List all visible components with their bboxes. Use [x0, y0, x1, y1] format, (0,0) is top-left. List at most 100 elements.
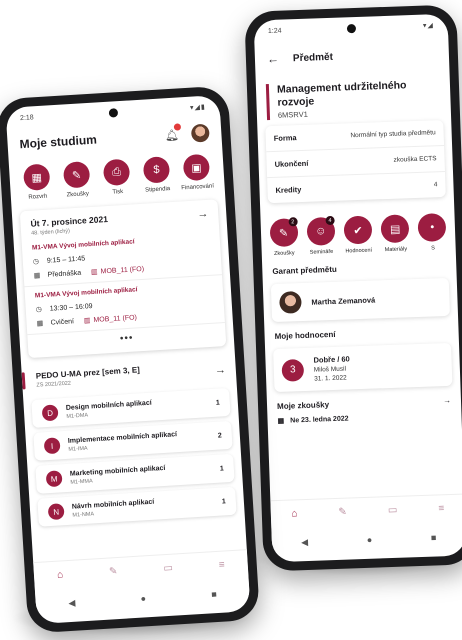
system-back-icon[interactable]: ◀	[68, 597, 76, 608]
quick-action-rozvrh[interactable]: ▦ Rozvrh	[19, 163, 55, 201]
bottom-navigation: ⌂ ✎ ▭ ≡	[270, 493, 462, 529]
count-badge: 4	[325, 216, 335, 226]
action-label: Semináře	[309, 249, 334, 256]
home-icon[interactable]: ⌂	[57, 569, 64, 580]
arrow-right-icon: →	[442, 396, 452, 406]
notification-dot	[173, 123, 181, 132]
exam-icon: ✎ 2	[269, 217, 299, 248]
subject-count: 1	[215, 399, 221, 407]
arrow-right-icon: →	[196, 208, 209, 221]
dollar-icon: $	[142, 156, 171, 184]
lesson-room: MOB_11 (FO)	[93, 314, 138, 324]
action-label: S	[431, 245, 436, 252]
quick-action-tisk[interactable]: ⎙ Tisk	[99, 158, 135, 197]
avatar[interactable]	[190, 123, 210, 143]
folder-icon[interactable]: ▭	[388, 505, 398, 516]
system-recent-icon[interactable]: ■	[211, 589, 217, 599]
action-more[interactable]: • S	[413, 213, 452, 252]
book-icon: ▤	[380, 214, 410, 244]
system-home-icon[interactable]: ●	[140, 593, 146, 603]
avatar	[279, 291, 302, 315]
lesson-room: MOB_11 (FO)	[100, 265, 145, 276]
thumbs-up-icon: ✔	[343, 215, 373, 245]
info-value: 4	[433, 181, 438, 189]
pencil-icon: ✎	[62, 161, 91, 189]
quick-action-zkousky[interactable]: ✎ Zkoušky	[59, 161, 95, 199]
signal-icon: ▾◢▮	[189, 103, 206, 112]
info-value: Normální typ studia předmětu	[350, 129, 436, 140]
app-bar: ← Předmět	[254, 36, 449, 71]
subject-initial: N	[47, 503, 65, 521]
seminar-icon: ☺ 4	[306, 216, 336, 247]
subject-header: Management udržitelného rozvoje 6MSRV1	[265, 78, 441, 121]
lesson-time: 13:30 – 16:09	[49, 302, 93, 313]
subject-initial: M	[45, 470, 63, 488]
subject-list-item[interactable]: N Návrh mobilních aplikací M1-NMA 1	[37, 486, 237, 527]
bell-icon[interactable]: 🔔︎	[164, 123, 181, 143]
action-label: Zkoušky	[274, 250, 295, 258]
menu-icon[interactable]: ≡	[219, 559, 226, 570]
section-title: Moje hodnocení	[274, 330, 336, 342]
grades-icon[interactable]: ✎	[338, 507, 347, 518]
grade-value: Dobře / 60	[313, 354, 350, 365]
signal-icon: ▾◢	[422, 22, 435, 30]
quick-action-financovani[interactable]: ▣ Financování	[179, 153, 215, 192]
info-value: zkouška ECTS	[393, 155, 437, 164]
menu-icon[interactable]: ≡	[438, 503, 444, 514]
grade-number: 3	[281, 358, 305, 382]
guarantor-name: Martha Zemanová	[311, 295, 376, 307]
lesson-time: 9:15 – 11:45	[46, 255, 86, 265]
more-icon: •	[417, 213, 447, 243]
subject-count: 1	[221, 498, 227, 506]
info-key: Forma	[273, 133, 297, 144]
guarantor-card[interactable]: Martha Zemanová	[270, 278, 451, 323]
system-recent-icon[interactable]: ■	[431, 532, 437, 542]
mockup-stage: 1:24 ▾◢ ← Předmět Management udržitelnéh…	[0, 0, 462, 640]
room-icon: ▥	[90, 268, 98, 277]
quick-action-label: Stipendia	[145, 186, 171, 194]
action-zkousky[interactable]: ✎ 2 Zkoušky	[265, 217, 304, 258]
action-hodnoceni[interactable]: ✔ Hodnocení	[339, 215, 378, 255]
quick-action-label: Rozvrh	[28, 193, 48, 202]
phone-my-studies: 2:18 ▾◢▮ Moje studium 🔔︎ ▦ Rozvrh ✎ Zkou…	[0, 85, 261, 634]
schedule-card: Út 7. prosince 2021 48. týden (lichý) → …	[19, 199, 227, 359]
quick-action-label: Zkoušky	[66, 191, 90, 199]
system-back-icon[interactable]: ◀	[301, 536, 308, 547]
info-key: Kredity	[275, 185, 302, 196]
quick-action-stipendia[interactable]: $ Stipendia	[139, 156, 175, 194]
back-arrow-icon[interactable]: ←	[267, 52, 279, 66]
section-title: Moje zkoušky	[276, 400, 330, 412]
home-icon[interactable]: ⌂	[291, 508, 297, 519]
phone-subject-detail: 1:24 ▾◢ ← Předmět Management udržitelnéh…	[244, 4, 462, 572]
info-row-kredity: Kredity 4	[267, 172, 446, 203]
screen: 2:18 ▾◢▮ Moje studium 🔔︎ ▦ Rozvrh ✎ Zkou…	[5, 94, 251, 625]
action-label: Materiály	[384, 246, 408, 254]
subject-info-card: Forma Normální typ studia předmětu Ukonč…	[265, 120, 446, 204]
action-materialy[interactable]: ▤ Materiály	[376, 214, 415, 253]
system-home-icon[interactable]: ●	[367, 535, 373, 545]
wallet-icon: ▣	[182, 153, 211, 182]
page-title: Předmět	[292, 51, 334, 64]
subject-count: 2	[217, 432, 223, 440]
quick-action-label: Tisk	[112, 189, 124, 196]
grade-examiner: Miloš Musil	[313, 365, 347, 374]
lesson-type: Přednáška	[47, 269, 82, 279]
calendar-icon: ▦	[33, 272, 41, 280]
info-key: Ukončení	[274, 158, 309, 170]
arrow-right-icon: →	[214, 364, 227, 377]
subject-count: 1	[219, 465, 225, 473]
calendar-icon: ▦	[277, 417, 285, 426]
clock-icon: ◷	[35, 306, 43, 314]
lesson-type: Cvičení	[50, 317, 75, 327]
calendar-icon: ▦	[22, 163, 51, 192]
calendar-icon: ▦	[36, 320, 44, 328]
grade-date: 31. 1. 2022	[314, 374, 347, 383]
grades-icon[interactable]: ✎	[109, 566, 118, 577]
quick-action-label: Financování	[181, 183, 215, 192]
folder-icon[interactable]: ▭	[163, 563, 173, 575]
subject-actions: ✎ 2 Zkoušky ☺ 4 Semináře ✔ Hodnocení ▤ Mat…	[260, 203, 456, 262]
screen: 1:24 ▾◢ ← Předmět Management udržitelnéh…	[253, 13, 462, 563]
action-seminare[interactable]: ☺ 4 Semináře	[302, 216, 341, 256]
subject-initial: I	[43, 437, 61, 455]
grade-card[interactable]: 3 Dobře / 60 Miloš Musil 31. 1. 2022	[273, 343, 453, 393]
